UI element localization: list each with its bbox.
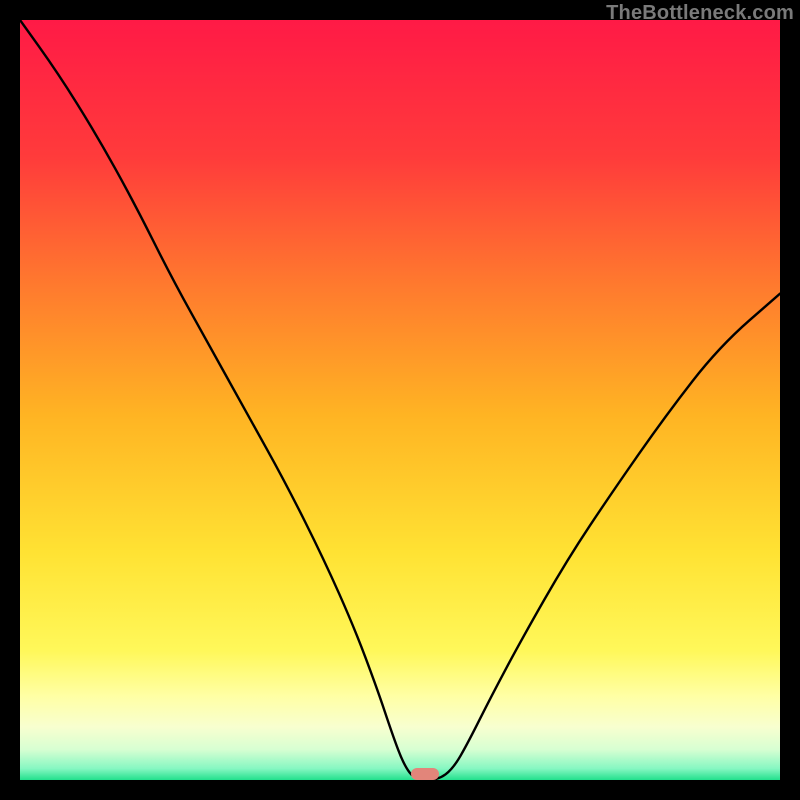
plot-area [20, 20, 780, 780]
bottleneck-curve [20, 20, 780, 780]
optimum-marker [411, 768, 440, 780]
watermark-text: TheBottleneck.com [606, 2, 794, 25]
chart-frame: TheBottleneck.com [0, 0, 800, 800]
